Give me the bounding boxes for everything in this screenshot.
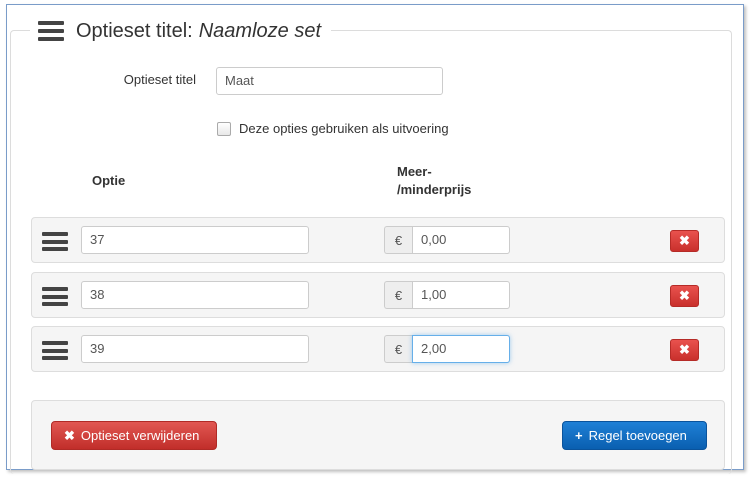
- euro-addon: €: [384, 281, 412, 309]
- price-input[interactable]: 1,00: [412, 281, 510, 309]
- price-input[interactable]: 0,00: [412, 226, 510, 254]
- close-icon: ✖: [64, 427, 75, 443]
- delete-optieset-button[interactable]: ✖ Optieset verwijderen: [51, 421, 217, 450]
- optieset-legend: Optieset titel: Naamloze set: [30, 14, 331, 48]
- heading-prefix: Optieset titel:: [76, 19, 193, 42]
- price-input-group: € 0,00: [384, 226, 510, 254]
- column-header-prijs-line2: /minderprijs: [397, 182, 472, 197]
- row-drag-handle-icon[interactable]: [42, 232, 68, 251]
- heading-set-name: Naamloze set: [198, 19, 321, 42]
- delete-row-button[interactable]: ✖: [670, 230, 699, 252]
- delete-optieset-label: Optieset verwijderen: [80, 428, 200, 443]
- column-header-optie: Optie: [92, 173, 126, 188]
- add-row-label: Regel toevoegen: [588, 428, 687, 443]
- euro-addon: €: [384, 226, 412, 254]
- price-input-group: € 1,00: [384, 281, 510, 309]
- form-footer: ✖ Optieset verwijderen + Regel toevoegen: [31, 400, 725, 470]
- row-drag-handle-icon[interactable]: [42, 287, 68, 306]
- column-header-prijs-line1: Meer-: [397, 164, 432, 179]
- option-row: 39 € 2,00 ✖: [31, 326, 725, 372]
- option-name-input[interactable]: 39: [81, 335, 309, 363]
- add-row-button[interactable]: + Regel toevoegen: [562, 421, 707, 450]
- optieset-heading: Optieset titel: Naamloze set: [76, 20, 321, 43]
- price-input[interactable]: 2,00: [412, 335, 510, 363]
- option-name-input[interactable]: 37: [81, 226, 309, 254]
- price-input-group: € 2,00: [384, 335, 510, 363]
- option-name-input[interactable]: 38: [81, 281, 309, 309]
- option-row: 38 € 1,00 ✖: [31, 272, 725, 318]
- uitvoering-checkbox-label: Deze opties gebruiken als uitvoering: [239, 121, 449, 136]
- optieset-title-label: Optieset titel: [123, 72, 196, 87]
- row-drag-handle-icon[interactable]: [42, 341, 68, 360]
- delete-row-button[interactable]: ✖: [670, 339, 699, 361]
- delete-row-button[interactable]: ✖: [670, 285, 699, 307]
- euro-addon: €: [384, 335, 412, 363]
- option-row: 37 € 0,00 ✖: [31, 217, 725, 263]
- uitvoering-checkbox[interactable]: [217, 121, 231, 136]
- column-header-prijs: Meer- /minderprijs: [397, 163, 471, 199]
- uitvoering-checkbox-row[interactable]: Deze opties gebruiken als uitvoering: [217, 121, 449, 136]
- drag-handle-icon[interactable]: [38, 21, 64, 41]
- plus-icon: +: [575, 428, 583, 443]
- optieset-title-input[interactable]: Maat: [216, 67, 443, 95]
